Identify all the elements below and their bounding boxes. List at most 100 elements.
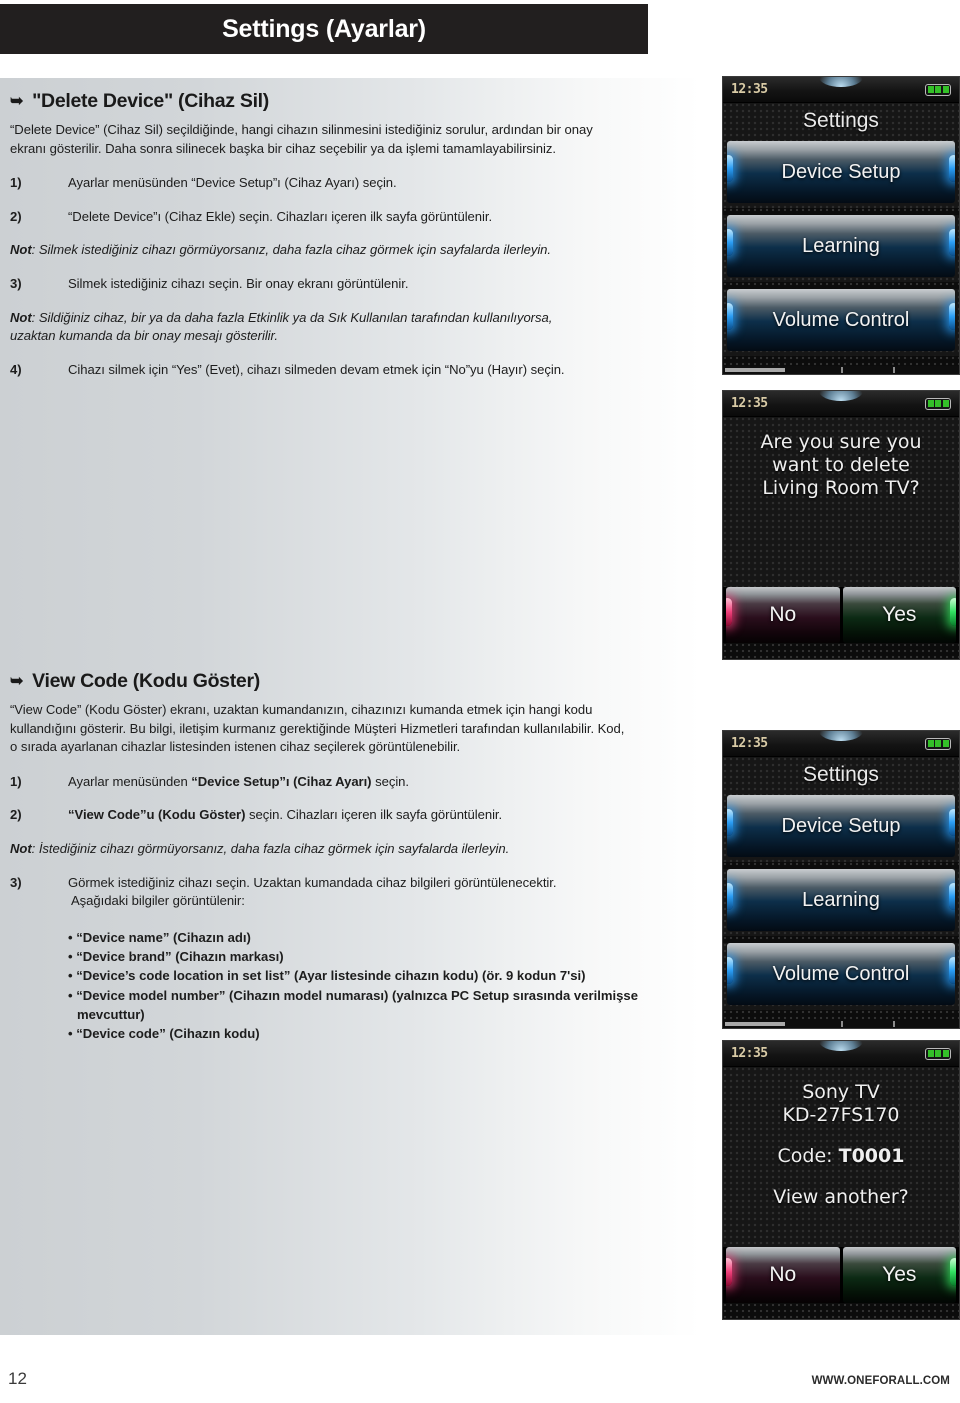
scrollbar-tick — [841, 1021, 843, 1027]
section-heading-view-code: ➥ View Code (Kodu Göster) — [10, 670, 640, 693]
screen-body: Are you sure you want to delete Living R… — [723, 417, 959, 587]
yes-button[interactable]: Yes — [842, 1247, 956, 1303]
menu-item-label: Volume Control — [772, 962, 910, 985]
confirm-button-row: No Yes — [723, 1247, 959, 1303]
section-heading-label: View Code (Kodu Göster) — [32, 670, 260, 692]
section-heading-delete-device: ➥ "Delete Device" (Cihaz Sil) — [10, 90, 610, 113]
device-info-bullet-list: “Device name” (Cihazın adı) “Device bran… — [68, 928, 640, 1044]
no-button-label: No — [769, 603, 797, 626]
step-3-number: 3) — [10, 275, 22, 291]
step-1-text-bold: “Device Setup”ı (Cihaz Ayarı) — [191, 773, 372, 789]
note-2: Not: Sildiğiniz cihaz, bir ya da daha fa… — [10, 309, 600, 346]
message-line-2: want to delete — [772, 454, 910, 476]
step-1-number: 1) — [10, 773, 22, 789]
menu-item-label: Device Setup — [781, 814, 901, 837]
menu-item-volume-control[interactable]: Volume Control — [727, 943, 955, 1005]
device-model-number: KD-27FS170 — [782, 1104, 900, 1126]
menu-item-learning[interactable]: Learning — [727, 215, 955, 277]
scrollbar-tick — [892, 1021, 895, 1027]
scrollbar-thumb[interactable] — [725, 368, 786, 372]
page-scrollbar[interactable] — [723, 1020, 959, 1028]
battery-icon — [925, 397, 951, 410]
step-1-text: Ayarlar menüsünden “Device Setup”ı (Ciha… — [68, 773, 640, 792]
scrollbar-thumb[interactable] — [725, 1022, 786, 1026]
device-screen-delete-confirm[interactable]: 12:35 Are you sure you want to delete Li… — [722, 390, 960, 660]
device-brand-type: Sony TV — [802, 1081, 880, 1103]
step-1-text: Ayarlar menüsünden “Device Setup”ı (Ciha… — [68, 175, 397, 191]
menu-separator — [723, 282, 959, 289]
no-button[interactable]: No — [726, 587, 840, 643]
step-1: 1) Ayarlar menüsünden “Device Setup”ı (C… — [10, 773, 640, 792]
step-3: 3) Görmek istediğiniz cihazı seçin. Uzak… — [10, 874, 640, 911]
note-1-text: : Silmek istediğiniz cihazı görmüyorsanı… — [31, 242, 552, 258]
note-2-text: : Sildiğiniz cihaz, bir ya da daha fazla… — [10, 309, 553, 344]
page-scrollbar[interactable] — [723, 366, 959, 374]
menu-item-device-setup[interactable]: Device Setup — [727, 795, 955, 857]
confirm-button-row: No Yes — [723, 587, 959, 643]
code-label: Code: — [777, 1145, 833, 1167]
step-2: 2) “View Code”u (Kodu Göster) seçin. Cih… — [10, 806, 640, 825]
arrow-bullet-icon: ➥ — [10, 93, 24, 110]
step-1-text-c: seçin. — [371, 773, 409, 789]
device-screen-settings-menu-2[interactable]: 12:35 Settings Device Setup Learning Vol… — [722, 730, 960, 1029]
battery-icon — [925, 737, 951, 750]
battery-icon — [925, 1047, 951, 1060]
step-4: 4) Cihazı silmek için “Yes” (Evet), ciha… — [10, 361, 610, 380]
device-screen-settings-menu-1[interactable]: 12:35 Settings Device Setup Learning Vol… — [722, 76, 960, 375]
list-item: “Device code” (Cihazın kodu) — [68, 1024, 640, 1043]
no-button-label: No — [769, 1263, 797, 1286]
screen-title: Settings — [803, 763, 879, 786]
menu-item-device-setup[interactable]: Device Setup — [727, 141, 955, 203]
page-header-bar: Settings (Ayarlar) — [0, 4, 648, 54]
clock-label: 12:35 — [731, 82, 768, 97]
no-button[interactable]: No — [726, 1247, 840, 1303]
step-3: 3) Silmek istediğiniz cihazı seçin. Bir … — [10, 275, 610, 294]
step-1-text-a: Ayarlar menüsünden — [68, 773, 192, 789]
battery-icon — [925, 83, 951, 96]
section-heading-label: "Delete Device" (Cihaz Sil) — [32, 90, 269, 112]
clock-label: 12:35 — [731, 736, 768, 751]
menu-separator — [723, 208, 959, 215]
menu-separator — [723, 1010, 959, 1020]
step-1: 1) Ayarlar menüsünden “Device Setup”ı (C… — [10, 174, 610, 193]
step-2-number: 2) — [10, 208, 22, 224]
message-line-3: Living Room TV? — [762, 477, 920, 499]
step-2-text: “Delete Device”ı (Cihaz Ekle) seçin. Cih… — [68, 208, 493, 224]
intro-paragraph: “Delete Device” (Cihaz Sil) seçildiğinde… — [10, 122, 593, 156]
menu-item-volume-control[interactable]: Volume Control — [727, 289, 955, 351]
device-code-line: Code: T0001 — [733, 1145, 949, 1168]
menu-separator — [723, 936, 959, 943]
note-1-text: : İstediğiniz cihazı görmüyorsanız, daha… — [31, 840, 510, 856]
step-3-text: Görmek istediğiniz cihazı seçin. Uzaktan… — [68, 874, 557, 890]
menu-item-learning[interactable]: Learning — [727, 869, 955, 931]
code-value: T0001 — [838, 1145, 905, 1167]
footer-website-url: WWW.ONEFORALL.COM — [811, 1375, 950, 1387]
screen-body: Sony TV KD-27FS170 Code: T0001 View anot… — [723, 1067, 959, 1247]
yes-button[interactable]: Yes — [842, 587, 956, 643]
page-number: 12 — [8, 1369, 27, 1388]
note-1-label: Not — [10, 242, 32, 258]
device-info-message: Sony TV KD-27FS170 Code: T0001 View anot… — [723, 1067, 959, 1209]
status-bar: 12:35 — [723, 77, 959, 103]
step-2-text-b: seçin. Cihazları içeren ilk sayfa görünt… — [245, 807, 503, 823]
section-delete-device: ➥ "Delete Device" (Cihaz Sil) “Delete De… — [10, 90, 610, 379]
menu-item-label: Volume Control — [772, 308, 910, 331]
device-screen-view-code-result[interactable]: 12:35 Sony TV KD-27FS170 Code: T0001 Vie… — [722, 1040, 960, 1320]
view-another-prompt: View another? — [773, 1186, 909, 1208]
menu-item-label: Learning — [802, 234, 880, 257]
status-bar: 12:35 — [723, 1041, 959, 1067]
menu-item-label: Device Setup — [781, 160, 901, 183]
step-2-text-bold: “View Code”u (Kodu Göster) — [68, 807, 246, 823]
menu-item-label: Learning — [802, 888, 880, 911]
note-1: Not: İstediğiniz cihazı görmüyorsanız, d… — [10, 840, 640, 859]
step-2: 2) “Delete Device”ı (Cihaz Ekle) seçin. … — [10, 208, 610, 227]
note-1-label: Not — [10, 840, 32, 856]
status-bar: 12:35 — [723, 731, 959, 757]
screen-body: Settings Device Setup Learning Volume Co… — [723, 103, 959, 366]
list-item: “Device model number” (Cihazın model num… — [68, 986, 668, 1025]
step-3-text: Silmek istediğiniz cihazı seçin. Bir ona… — [68, 275, 409, 291]
bottom-strip — [723, 1303, 959, 1319]
content-panel: ➥ "Delete Device" (Cihaz Sil) “Delete De… — [0, 78, 700, 1335]
step-2-text: “View Code”u (Kodu Göster) seçin. Cihazl… — [68, 806, 640, 825]
clock-label: 12:35 — [731, 396, 768, 411]
